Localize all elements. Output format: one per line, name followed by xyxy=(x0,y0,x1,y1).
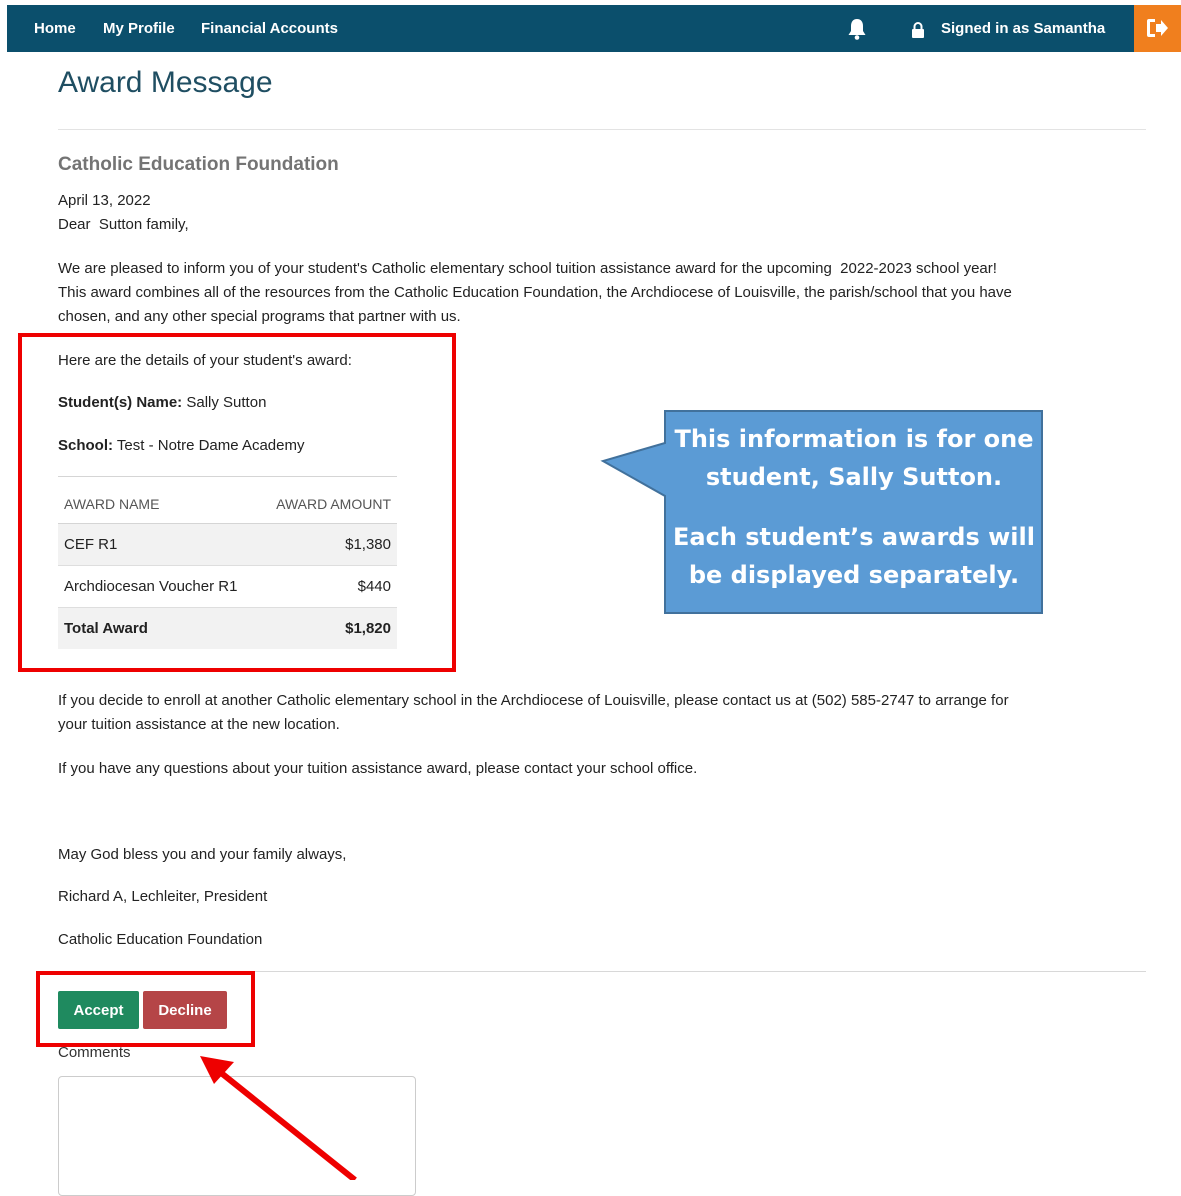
enroll-line-1: If you decide to enroll at another Catho… xyxy=(58,692,1009,709)
logout-icon xyxy=(1147,19,1168,37)
bell-icon[interactable] xyxy=(845,17,869,41)
intro-line-1: We are pleased to inform you of your stu… xyxy=(58,260,997,277)
logout-button[interactable] xyxy=(1134,5,1181,52)
intro-line-3: chosen, and any other special programs t… xyxy=(58,308,461,325)
callout-line-1: This information is for one student, Sal… xyxy=(674,425,1034,491)
red-arrow-annotation xyxy=(200,1056,357,1180)
signer-name: Richard A, Lechleiter, President xyxy=(58,888,268,905)
letter-salutation: Dear Sutton family, xyxy=(58,216,189,233)
nav-financial-accounts-link[interactable]: Financial Accounts xyxy=(201,5,338,52)
blessing-text: May God bless you and your family always… xyxy=(58,846,347,863)
callout-text: This information is for one student, Sal… xyxy=(665,420,1043,594)
callout-line-2: Each student’s awards will be displayed … xyxy=(673,523,1035,589)
signer-organization: Catholic Education Foundation xyxy=(58,931,263,948)
enroll-line-2: your tuition assistance at the new locat… xyxy=(58,716,340,733)
page-title: Award Message xyxy=(58,66,273,99)
letter-date: April 13, 2022 xyxy=(58,192,151,209)
divider xyxy=(58,129,1146,130)
comments-label: Comments xyxy=(58,1044,131,1061)
highlight-box-award-details xyxy=(18,333,456,672)
organization-name: Catholic Education Foundation xyxy=(58,154,339,175)
signed-in-label[interactable]: Signed in as Samantha xyxy=(941,5,1105,52)
questions-text: If you have any questions about your tui… xyxy=(58,760,698,777)
nav-my-profile-link[interactable]: My Profile xyxy=(103,5,175,52)
top-navbar: Home My Profile Financial Accounts Signe… xyxy=(7,5,1181,52)
lock-icon xyxy=(912,22,924,38)
nav-home-link[interactable]: Home xyxy=(34,5,76,52)
highlight-box-buttons xyxy=(36,971,255,1047)
intro-line-2: This award combines all of the resources… xyxy=(58,284,1012,301)
